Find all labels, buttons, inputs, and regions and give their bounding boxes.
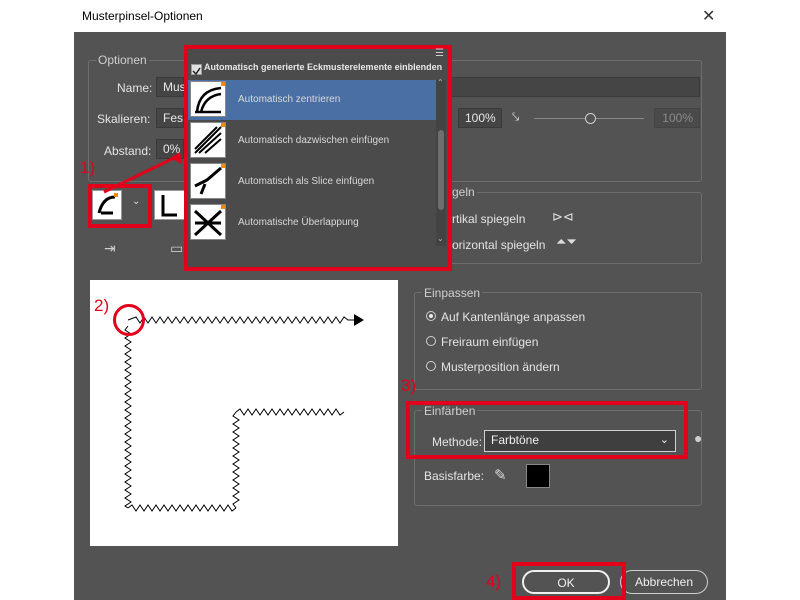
annotation-marker-1: 1) — [80, 158, 96, 177]
dialog-title: Musterpinsel-Optionen — [82, 9, 203, 23]
name-field-extension[interactable] — [450, 77, 700, 97]
eckmuster-checkbox[interactable] — [191, 64, 202, 76]
dropdown-scrollbar[interactable]: ⌃ ⌄ — [436, 78, 446, 246]
option-auto-dazwischen[interactable]: Automatisch dazwischen einfügen — [188, 121, 436, 161]
auto-ueberlappung-thumbnail — [190, 204, 226, 240]
annotation-arrow-1 — [103, 152, 182, 194]
spiegeln-group — [414, 192, 702, 264]
scale-percent-max-field: 100% — [654, 108, 700, 128]
radio-musterposition-label[interactable]: Musterposition ändern — [441, 360, 560, 374]
flip-horizontal-icon: ⏶⏷ — [556, 234, 577, 249]
basisfarbe-label: Basisfarbe: — [424, 469, 485, 483]
option-label: Automatisch als Slice einfügen — [238, 176, 375, 187]
annotation-marker-2: 2) — [94, 296, 110, 315]
optionen-group-label: Optionen — [96, 53, 149, 67]
scale-slider-handle[interactable] — [585, 113, 596, 124]
name-label: Name: — [117, 81, 153, 95]
tile-start-icon: ⇥ — [104, 240, 116, 256]
name-field[interactable]: Mus — [156, 77, 186, 97]
skalieren-select[interactable]: Fes — [156, 108, 184, 128]
annotation-marker-4: 4) — [486, 572, 502, 591]
eyedropper-icon[interactable]: ✎ — [494, 466, 507, 484]
option-label: Automatisch dazwischen einfügen — [238, 135, 390, 146]
option-auto-ueberlappung[interactable]: Automatische Überlappung — [188, 203, 436, 243]
radio-freiraum[interactable] — [426, 336, 436, 346]
corner-tile-dropdown: ☰ Automatisch generierte Eckmusterelemen… — [184, 45, 452, 271]
scroll-down-icon[interactable]: ⌄ — [437, 234, 444, 243]
tile-end-icon: ▭ — [170, 240, 184, 256]
radio-kantenlaenge-label[interactable]: Auf Kantenlänge anpassen — [441, 310, 585, 324]
annotation-marker-3: 3) — [401, 376, 417, 395]
tile-option-list: Automatisch zentrieren Automatisch dazwi… — [188, 80, 436, 246]
radio-musterposition[interactable] — [426, 361, 436, 371]
pressure-icon: ⤥ — [512, 109, 520, 124]
option-label: Automatisch zentrieren — [238, 94, 341, 105]
title-bar: Musterpinsel-Optionen ✕ — [74, 0, 726, 32]
scale-percent-field[interactable]: 100% — [458, 108, 502, 128]
annotation-box-4 — [512, 562, 626, 600]
scroll-up-icon[interactable]: ⌃ — [437, 78, 444, 87]
radio-kantenlaenge[interactable] — [426, 311, 436, 321]
checkmark-icon — [192, 67, 201, 76]
option-auto-zentrieren[interactable]: Automatisch zentrieren — [188, 80, 436, 120]
scrollbar-thumb[interactable] — [438, 130, 444, 210]
cancel-button[interactable]: Abbrechen — [620, 570, 708, 594]
spiegeln-group-label: geln — [450, 185, 477, 199]
option-label: Automatische Überlappung — [238, 217, 359, 228]
einpassen-group-label: Einpassen — [422, 286, 483, 300]
horizontal-spiegeln-label[interactable]: orizontal spiegeln — [452, 238, 545, 252]
close-icon[interactable]: ✕ — [702, 6, 715, 26]
panel-menu-icon[interactable]: ☰ — [435, 48, 444, 59]
vertikal-spiegeln-label[interactable]: rtikal spiegeln — [452, 212, 525, 226]
annotation-circle-2 — [113, 304, 145, 336]
eckmuster-checkbox-label[interactable]: Automatisch generierte Eckmusterelemente… — [204, 62, 442, 72]
auto-zentrieren-thumbnail — [190, 81, 226, 117]
tip-lightbulb-icon[interactable]: ● — [694, 430, 702, 446]
annotation-box-3 — [406, 401, 688, 459]
basisfarbe-swatch[interactable] — [526, 464, 550, 488]
skalieren-label: Skalieren: — [97, 112, 151, 126]
radio-freiraum-label[interactable]: Freiraum einfügen — [441, 335, 538, 349]
flip-vertical-icon: ⊳⊲ — [552, 209, 574, 224]
option-auto-slice[interactable]: Automatisch als Slice einfügen — [188, 162, 436, 202]
